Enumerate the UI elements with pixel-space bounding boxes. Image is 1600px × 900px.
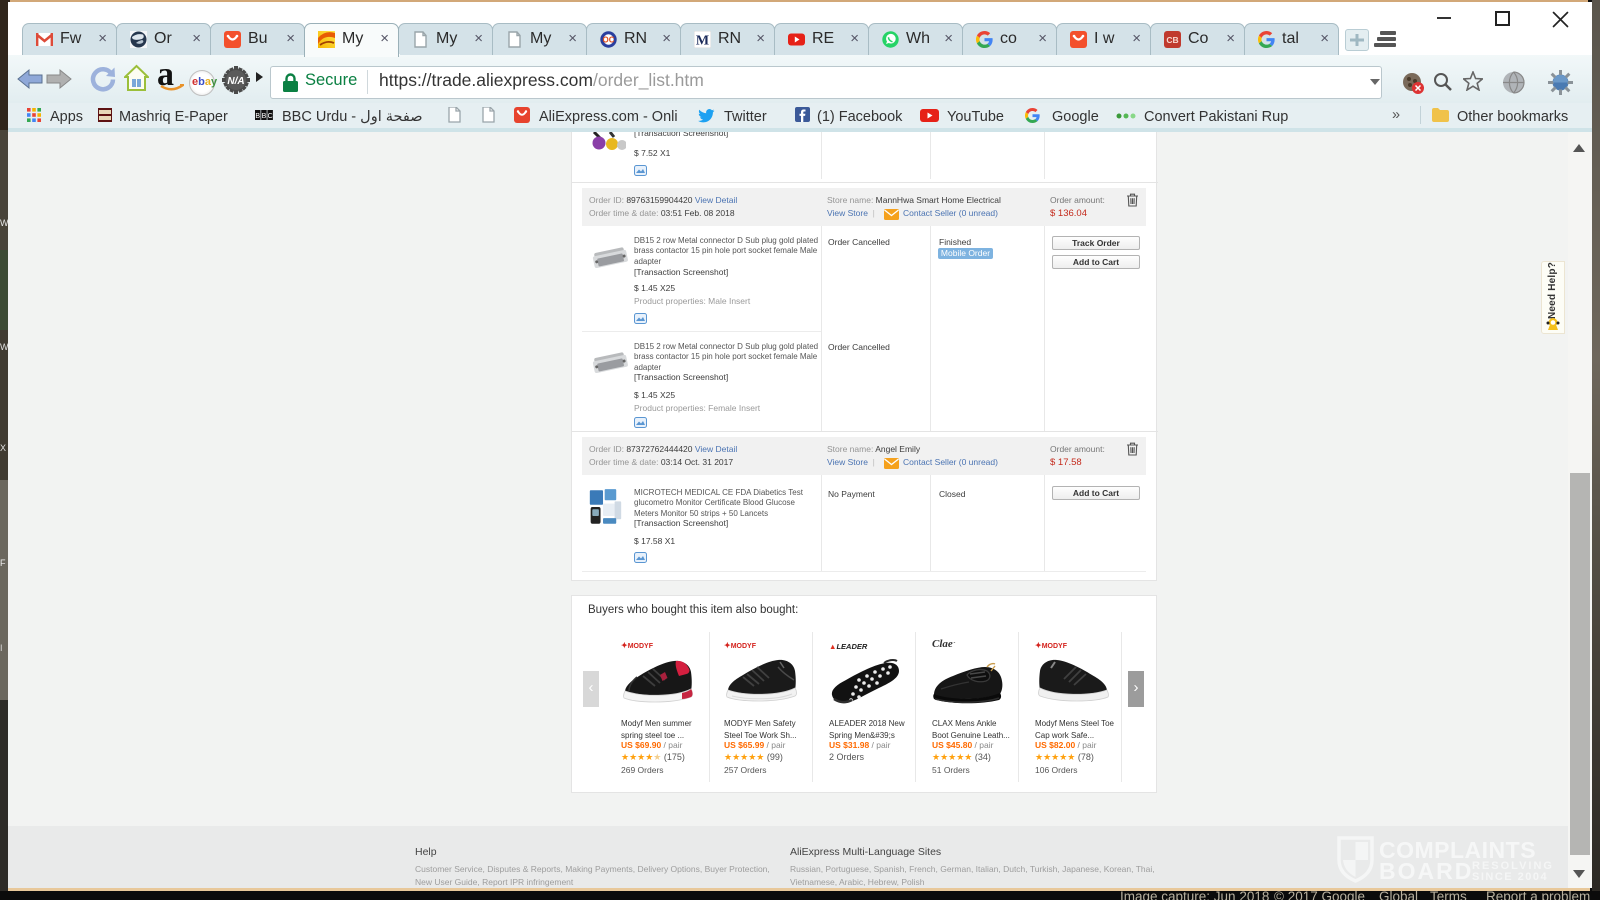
svg-text:C: C <box>268 113 273 120</box>
svg-text:B: B <box>262 113 267 120</box>
svg-text:CB: CB <box>1166 35 1178 45</box>
svg-text:B: B <box>255 113 260 120</box>
svg-text:N/A: N/A <box>227 76 244 87</box>
svg-text:M: M <box>696 34 709 49</box>
svg-text:OC: OC <box>603 36 615 45</box>
